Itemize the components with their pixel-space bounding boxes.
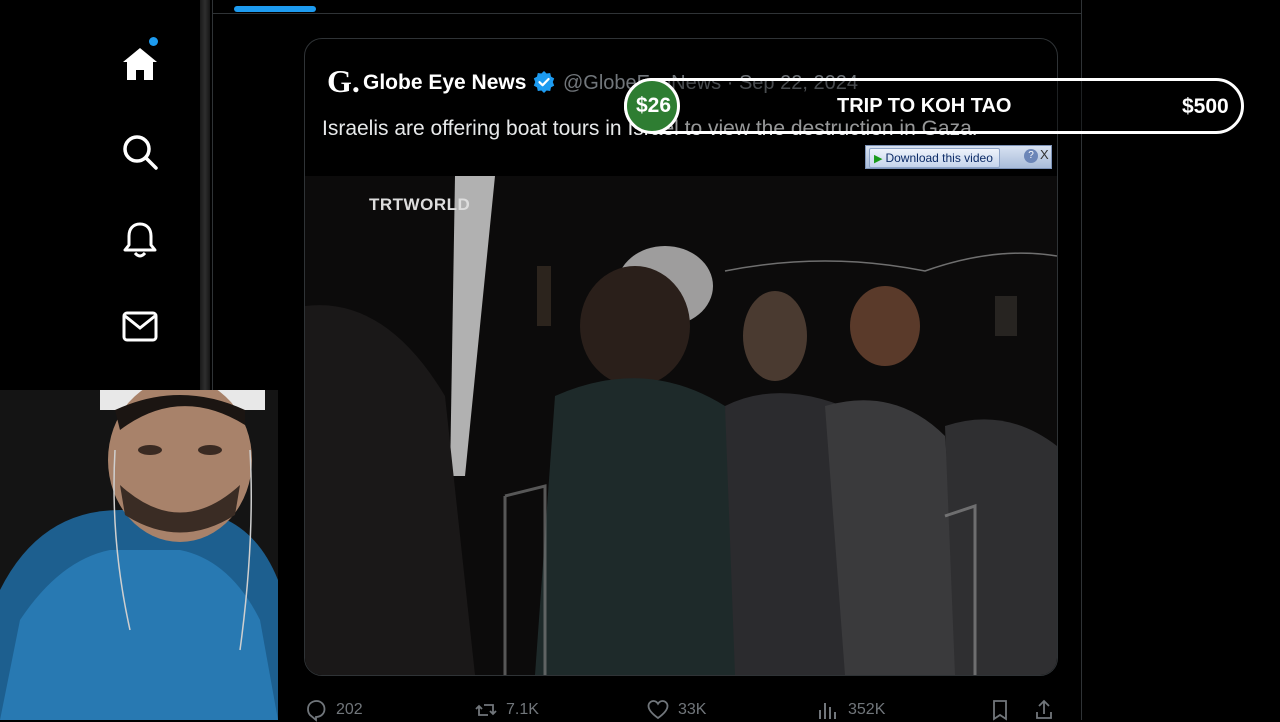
bell-icon[interactable] [120, 220, 160, 260]
repost-button[interactable]: 7.1K [474, 698, 539, 722]
video-player[interactable]: TRTWORLD [305, 176, 1057, 675]
play-icon: ▶ [874, 153, 883, 165]
author-name[interactable]: Globe Eye News [363, 71, 526, 95]
notification-dot [149, 37, 158, 46]
like-count: 33K [678, 701, 707, 718]
reply-button[interactable]: 202 [304, 698, 363, 722]
video-frame [305, 176, 1057, 675]
streamer-camera-feed [0, 390, 278, 720]
repost-icon [475, 704, 497, 716]
webcam-overlay [0, 390, 278, 720]
bookmark-button[interactable] [988, 698, 1012, 722]
download-video-button[interactable]: ▶ Download this video [869, 148, 1000, 168]
home-icon[interactable] [120, 44, 160, 84]
bookmark-icon [993, 700, 1007, 721]
views-button[interactable]: 352K [816, 698, 885, 722]
repost-count: 7.1K [506, 701, 539, 718]
mail-icon[interactable] [120, 306, 160, 346]
download-video-bar: ▶ Download this video ? X [865, 145, 1052, 169]
tweet-actions: 202 7.1K 33K 352K [304, 698, 1064, 722]
trt-world-watermark: TRTWORLD [369, 195, 471, 214]
donation-goal-amount: $500 [1182, 95, 1229, 118]
like-button[interactable]: 33K [646, 698, 706, 722]
close-icon[interactable]: X [1040, 147, 1049, 162]
share-icon [1036, 699, 1052, 719]
download-label: Download this video [885, 151, 993, 165]
reply-count: 202 [336, 701, 363, 718]
reply-icon [307, 700, 326, 722]
tab-indicator [234, 6, 316, 12]
verified-badge-icon [533, 71, 555, 93]
heart-icon [647, 700, 669, 720]
feed-separator [213, 13, 1081, 14]
share-button[interactable] [1032, 698, 1056, 722]
view-count: 352K [848, 701, 886, 718]
donation-goal-label: TRIP TO KOH TAO [837, 95, 1012, 117]
views-icon [819, 703, 836, 719]
help-icon[interactable]: ? [1024, 149, 1038, 163]
donation-current: $26 [636, 94, 672, 117]
donation-goal-bar: $26 TRIP TO KOH TAO $500 [624, 78, 1244, 134]
globe-eye-logo: G. [327, 63, 360, 99]
search-icon[interactable] [120, 132, 160, 172]
